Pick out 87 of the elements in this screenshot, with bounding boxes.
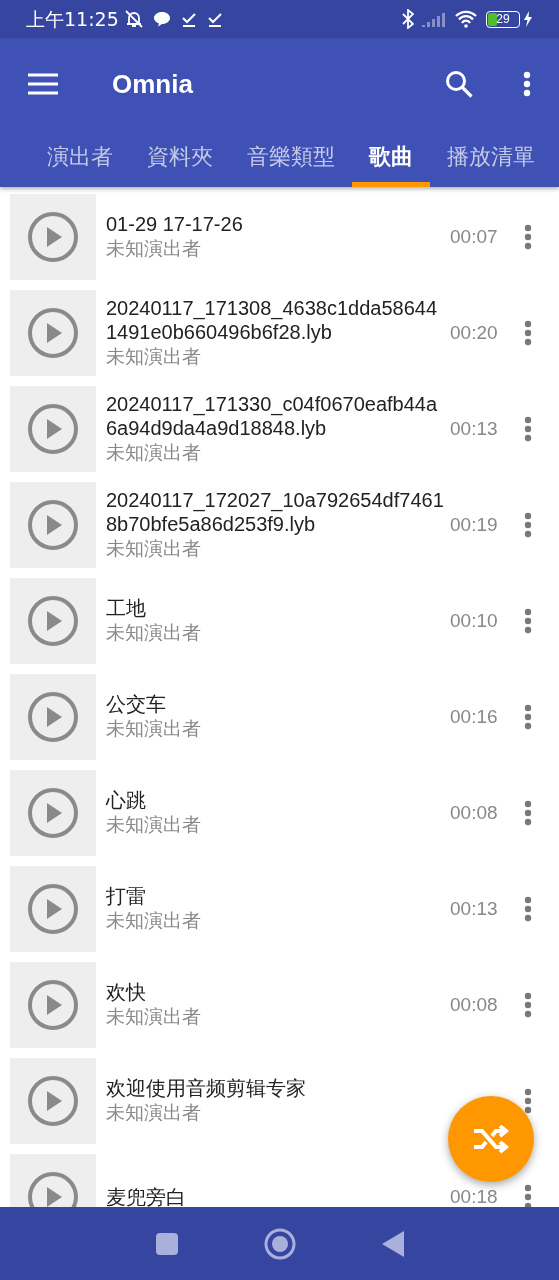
song-row[interactable]: 打雷 未知演出者 00:13	[0, 866, 559, 952]
song-row[interactable]: 01-29 17-17-26 未知演出者 00:07	[0, 194, 559, 280]
tab[interactable]: 歌曲	[352, 130, 430, 187]
play-icon	[27, 1075, 79, 1127]
bluetooth-icon	[402, 9, 414, 29]
charging-icon	[523, 11, 533, 27]
tab[interactable]: 播放清單	[430, 130, 552, 187]
status-time: 上午11:25	[26, 6, 119, 32]
play-icon	[27, 979, 79, 1031]
song-artist: 未知演出者	[106, 717, 202, 741]
song-row[interactable]: 公交车 未知演出者 00:16	[0, 674, 559, 760]
song-row[interactable]: 20240117_172027_10a792654df74618b70bfe5a86d253f9.lyb 未知演出者 00:19	[0, 482, 559, 568]
muted-bell-icon	[122, 9, 145, 29]
song-title: 欢迎使用音频剪辑专家	[106, 1076, 307, 1100]
signal-icon	[422, 11, 446, 27]
song-duration: 00:16	[450, 705, 498, 727]
play-icon	[27, 403, 79, 455]
back-button[interactable]	[381, 1230, 404, 1257]
song-duration: 00:18	[450, 1185, 498, 1207]
play-icon	[27, 787, 79, 839]
song-duration: 00:10	[450, 609, 498, 631]
song-duration: 00:13	[450, 417, 498, 439]
home-button[interactable]	[263, 1227, 296, 1260]
recents-button[interactable]	[155, 1232, 178, 1255]
more-icon[interactable]	[524, 1088, 532, 1114]
song-title: 公交车	[106, 692, 167, 716]
chat-bubble-icon	[152, 11, 171, 27]
play-icon	[27, 307, 79, 359]
more-icon[interactable]	[524, 416, 532, 442]
more-icon[interactable]	[524, 992, 532, 1018]
play-icon	[27, 595, 79, 647]
song-artist: 未知演出者	[106, 237, 202, 261]
tab[interactable]: 演出者	[30, 130, 130, 187]
search-icon[interactable]	[445, 70, 473, 98]
more-icon[interactable]	[523, 71, 531, 97]
tab[interactable]: 資料夾	[130, 130, 230, 187]
song-duration: 00:13	[450, 897, 498, 919]
play-icon	[27, 883, 79, 935]
song-title: 打雷	[106, 884, 147, 908]
play-icon	[27, 211, 79, 263]
shuffle-icon	[472, 1124, 510, 1154]
song-row[interactable]: 欢快 未知演出者 00:08	[0, 962, 559, 1048]
tab[interactable]: 音樂類型	[230, 130, 352, 187]
song-duration: 00:08	[450, 993, 498, 1015]
song-row[interactable]: 工地 未知演出者 00:10	[0, 578, 559, 664]
song-row[interactable]: 20240117_171330_c04f0670eafb44a6a94d9da4a9d18848.lyb 未知演出者 00:13	[0, 386, 559, 472]
app-title: Omnia	[112, 67, 193, 101]
song-artist: 未知演出者	[106, 909, 202, 933]
song-row[interactable]: 心跳 未知演出者 00:08	[0, 770, 559, 856]
song-row[interactable]: 麦兜旁白 00:18	[0, 1154, 559, 1207]
song-title: 20240117_172027_10a792654df74618b70bfe5a86d253f9.lyb	[106, 488, 445, 536]
play-icon	[27, 691, 79, 743]
song-artist: 未知演出者	[106, 1005, 202, 1029]
battery-fill	[488, 12, 497, 26]
song-artist: 未知演出者	[106, 813, 202, 837]
more-icon[interactable]	[524, 608, 532, 634]
song-row[interactable]: 欢迎使用音频剪辑专家 未知演出者	[0, 1058, 559, 1144]
song-title: 欢快	[106, 980, 147, 1004]
more-icon[interactable]	[524, 800, 532, 826]
song-title: 20240117_171330_c04f0670eafb44a6a94d9da4a9d18848.lyb	[106, 392, 439, 440]
song-duration: 00:07	[450, 225, 498, 247]
more-icon[interactable]	[524, 224, 532, 250]
more-icon[interactable]	[524, 1184, 532, 1207]
song-artist: 未知演出者	[106, 537, 202, 561]
song-title: 20240117_171308_4638c1dda586441491e0b660496b6f28.lyb	[106, 296, 439, 344]
song-artist: 未知演出者	[106, 621, 202, 645]
download-done-icon	[180, 11, 197, 27]
song-artist: 未知演出者	[106, 1101, 202, 1125]
song-duration: 00:19	[450, 513, 498, 535]
song-duration: 00:08	[450, 801, 498, 823]
song-title: 麦兜旁白	[106, 1185, 187, 1207]
more-icon[interactable]	[524, 896, 532, 922]
song-title: 心跳	[106, 788, 147, 812]
more-icon[interactable]	[524, 320, 532, 346]
song-duration: 00:20	[450, 321, 498, 343]
battery-percent: 29	[496, 13, 510, 25]
download-done-icon	[206, 11, 223, 27]
play-icon	[27, 499, 79, 551]
menu-icon[interactable]	[28, 73, 58, 95]
more-icon[interactable]	[524, 512, 532, 538]
song-artist: 未知演出者	[106, 441, 202, 465]
more-icon[interactable]	[524, 704, 532, 730]
song-artist: 未知演出者	[106, 345, 202, 369]
song-title: 01-29 17-17-26	[106, 212, 244, 236]
song-title: 工地	[106, 596, 147, 620]
song-row[interactable]: 20240117_171308_4638c1dda586441491e0b660496b6f28.lyb 未知演出者 00:20	[0, 290, 559, 376]
wifi-icon	[454, 10, 478, 28]
